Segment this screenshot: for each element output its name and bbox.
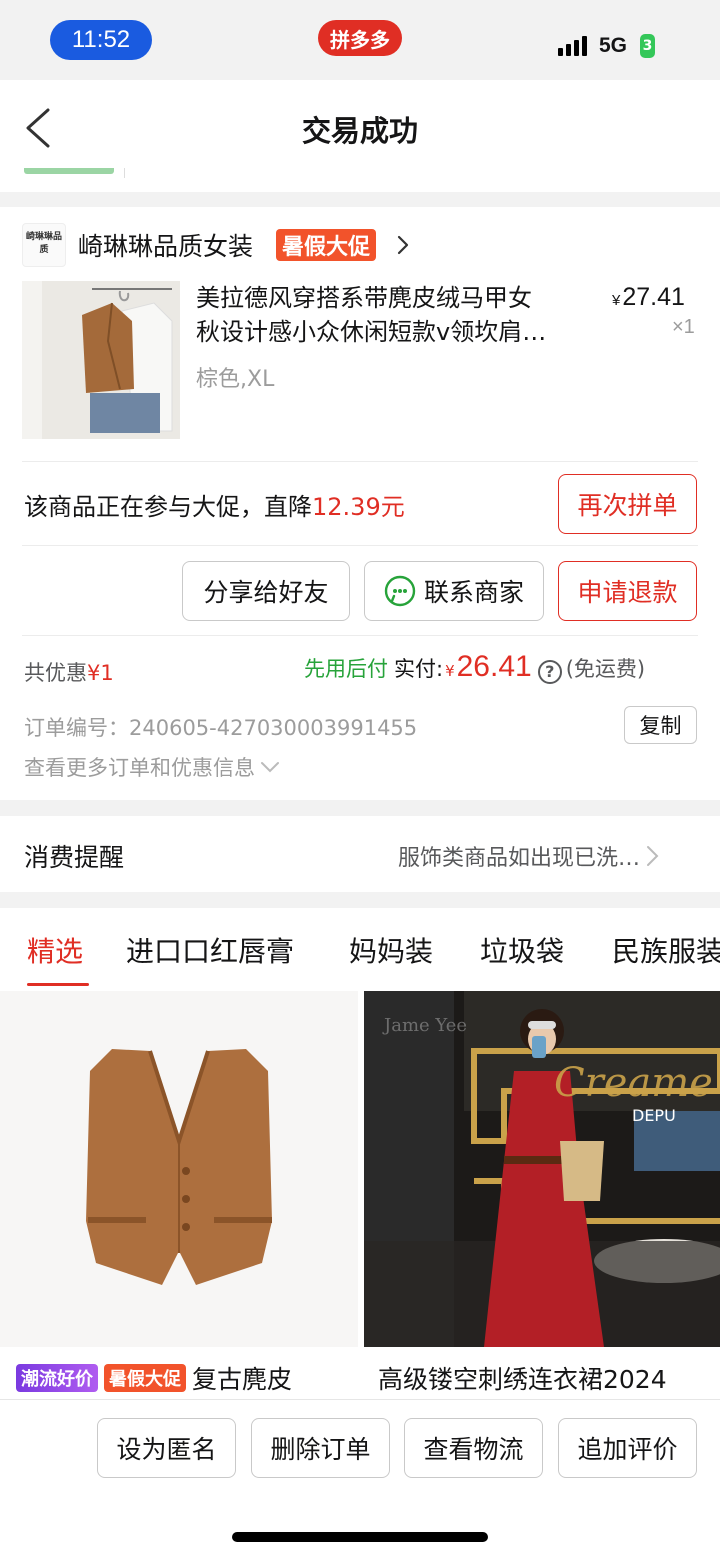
tab-active-indicator: [27, 983, 89, 986]
feed-image-sign-sub: DEPU: [632, 1106, 676, 1125]
tab-trash-bags[interactable]: 垃圾袋: [480, 930, 564, 970]
copy-button[interactable]: 复制: [624, 706, 697, 744]
view-logistics-button[interactable]: 查看物流: [404, 1418, 543, 1478]
page-title: 交易成功: [301, 114, 418, 148]
product-thumbnail[interactable]: [22, 281, 180, 439]
feed-item-title-text: 复古麂皮: [192, 1365, 293, 1394]
chevron-right-icon[interactable]: [396, 234, 410, 256]
refund-button[interactable]: 申请退款: [558, 561, 697, 621]
reminder-desc: 服饰类商品如出现已洗…: [398, 840, 660, 872]
divider: [22, 461, 698, 462]
app-badge: 拼多多: [318, 20, 402, 56]
payment-summary: 先用后付 实付: ¥ 26.41 ? (免运费): [304, 650, 645, 684]
feed-image-watermark: Jame Yee: [382, 1015, 467, 1036]
price-value: 27.41: [622, 283, 685, 311]
contact-merchant-button[interactable]: 联系商家: [364, 561, 544, 621]
product-spec: 棕色,XL: [196, 367, 275, 392]
tab-imported-lipstick[interactable]: 进口口红唇膏: [126, 930, 294, 970]
product-title[interactable]: 美拉德风穿搭系带麂皮绒马甲女 秋设计感小众休闲短款v领坎肩…: [196, 281, 596, 349]
shop-name[interactable]: 崎琳琳品质女装: [78, 227, 253, 263]
tab-featured[interactable]: 精选: [27, 930, 83, 970]
feed-item-title[interactable]: 潮流好价 暑假大促 复古麂皮: [16, 1360, 292, 1396]
network-type: 5G: [599, 34, 628, 57]
reminder-desc-text: 服饰类商品如出现已洗…: [398, 846, 641, 871]
feed-item-image[interactable]: Jame Yee Creame DEPU: [364, 991, 720, 1347]
paid-amount: 26.41: [456, 650, 532, 683]
chevron-right-icon: [647, 846, 659, 866]
more-order-info[interactable]: 查看更多订单和优惠信息: [24, 752, 281, 782]
currency-symbol: ¥: [612, 292, 621, 309]
help-icon[interactable]: ?: [537, 660, 562, 684]
battery-icon: 3: [640, 34, 655, 58]
tab-ethnic-wear[interactable]: 民族服装: [612, 930, 720, 970]
shop-logo[interactable]: 崎琳琳品质: [22, 223, 66, 267]
anonymous-button[interactable]: 设为匿名: [97, 1418, 236, 1478]
divider: [22, 545, 698, 546]
discount-summary: 共优惠¥1: [24, 657, 114, 687]
feed-image-sign: Creame: [554, 1060, 713, 1106]
product-price: ¥27.41: [612, 283, 685, 312]
battery-level: 3: [642, 38, 653, 54]
home-indicator[interactable]: [232, 1532, 488, 1542]
product-title-line2: 秋设计感小众休闲短款v领坎肩…: [196, 318, 547, 346]
paid-label: 实付:: [394, 657, 444, 681]
discount-amount: ¥1: [87, 661, 114, 685]
chat-icon: [384, 575, 416, 607]
promo-badge: 暑假大促: [276, 229, 377, 261]
paid-currency: ¥: [445, 662, 455, 680]
promo-tag: 暑假大促: [104, 1364, 186, 1392]
promo-label: 该商品正在参与大促，直降: [24, 493, 312, 521]
reminder-title: 消费提醒: [24, 843, 125, 872]
promo-text: 该商品正在参与大促，直降12.39元: [24, 487, 405, 522]
trend-price-tag: 潮流好价: [16, 1364, 98, 1392]
more-order-info-label: 查看更多订单和优惠信息: [24, 756, 255, 780]
status-time: 11:52: [50, 20, 152, 60]
promo-amount: 12.39元: [312, 493, 405, 521]
product-title-line1: 美拉德风穿搭系带麂皮绒马甲女: [196, 284, 532, 312]
discount-label: 共优惠: [24, 661, 87, 685]
feed-item-image[interactable]: [0, 991, 358, 1347]
pay-later-label: 先用后付: [304, 657, 388, 681]
delete-order-button[interactable]: 删除订单: [251, 1418, 390, 1478]
product-qty: ×1: [672, 316, 695, 338]
shipping-note: (免运费): [565, 657, 646, 681]
share-button[interactable]: 分享给好友: [182, 561, 350, 621]
add-review-button[interactable]: 追加评价: [558, 1418, 697, 1478]
order-info-card: [0, 690, 720, 800]
feed-item-title[interactable]: 高级镂空刺绣连衣裙2024: [378, 1360, 667, 1396]
chevron-down-icon: [261, 762, 279, 773]
rebuy-button[interactable]: 再次拼单: [558, 474, 697, 534]
order-number: 订单编号：240605-427030003991455: [24, 716, 418, 740]
tab-mom-wear[interactable]: 妈妈装: [349, 930, 433, 970]
previous-section-remnant: [0, 168, 720, 192]
cellular-signal-icon: [558, 36, 587, 56]
divider: [22, 635, 698, 636]
contact-merchant-label: 联系商家: [423, 578, 524, 607]
